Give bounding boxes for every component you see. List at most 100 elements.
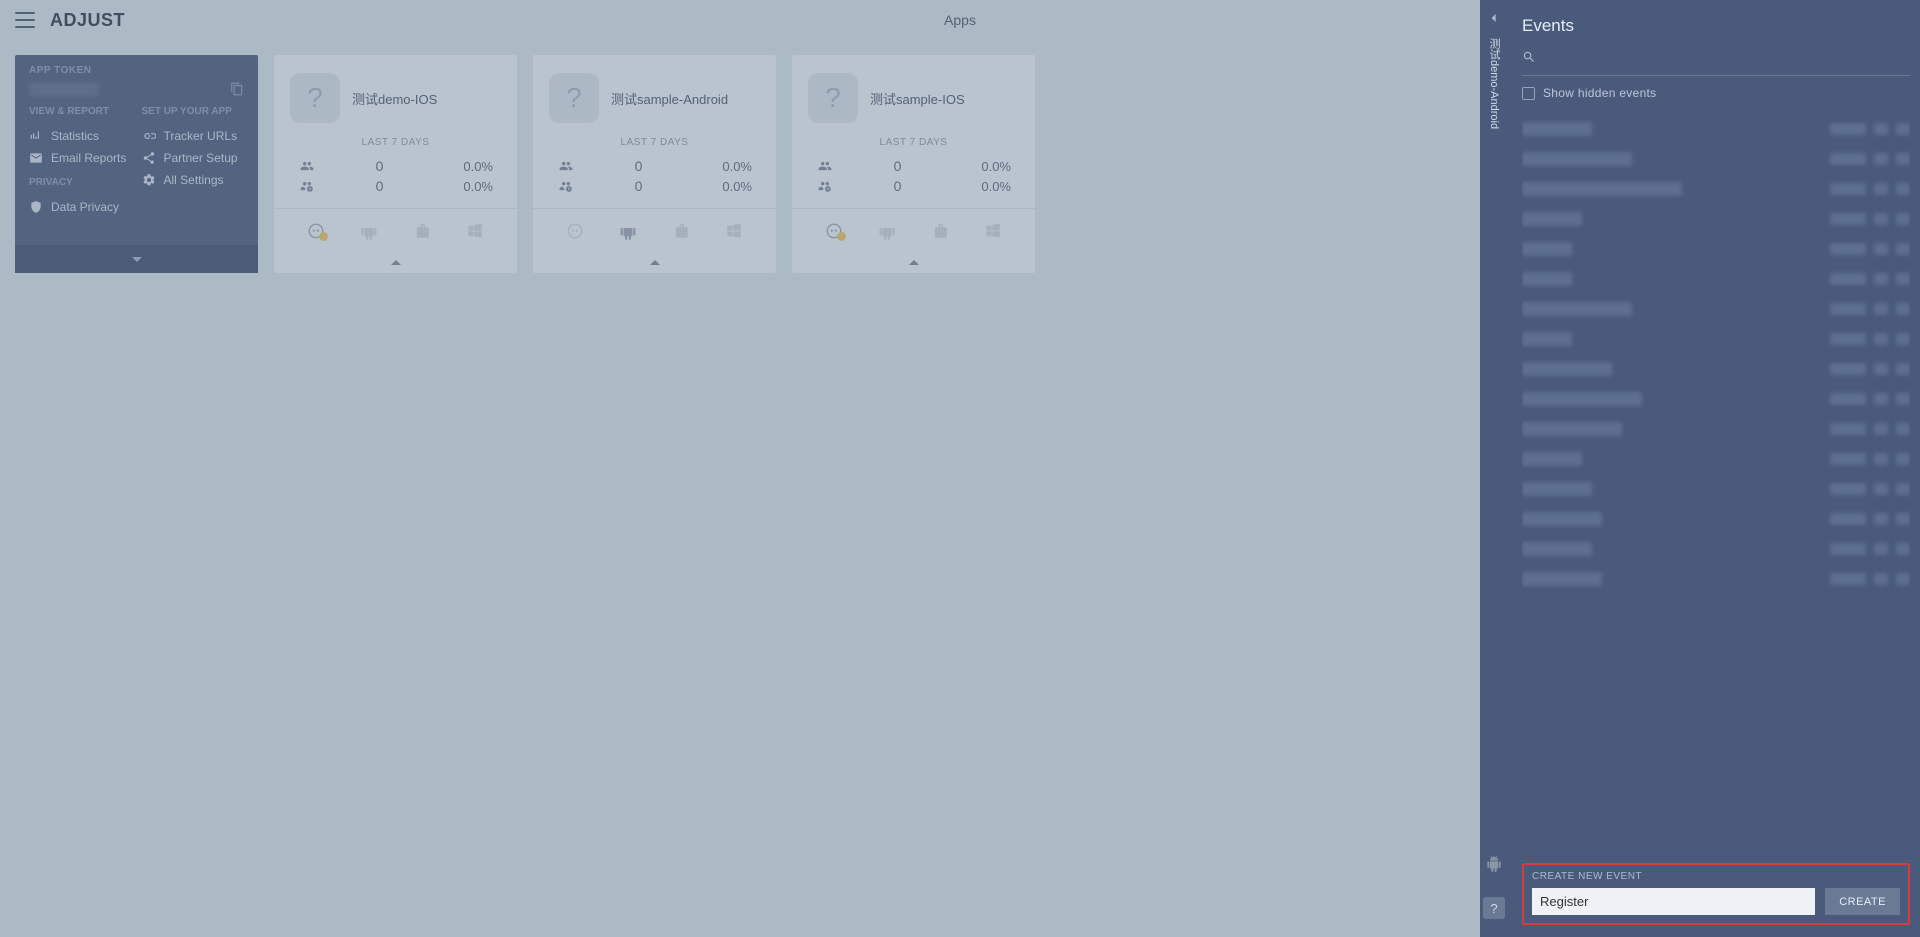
app-card[interactable]: ? 测试sample-Android LAST 7 DAYS 00.0% $00… [533, 55, 776, 273]
event-row[interactable] [1522, 174, 1910, 204]
event-action-blurred [1896, 483, 1910, 495]
event-action-blurred [1874, 513, 1888, 525]
events-search[interactable] [1522, 50, 1910, 76]
app-name: 测试sample-IOS [870, 89, 965, 108]
event-action-blurred [1874, 543, 1888, 555]
svg-text:$: $ [309, 187, 311, 191]
installs-row: 00.0% [792, 156, 1035, 176]
installs-row: 00.0% [533, 156, 776, 176]
checkbox-icon[interactable] [1522, 87, 1535, 100]
email-reports-link[interactable]: Email Reports [29, 147, 132, 169]
app-icon-placeholder: ? [290, 73, 340, 123]
ios-icon [557, 219, 593, 243]
create-event-input[interactable] [1532, 888, 1815, 915]
app-card[interactable]: ? 测试sample-IOS LAST 7 DAYS 00.0% $00.0% [792, 55, 1035, 273]
event-name-blurred [1522, 152, 1632, 166]
event-token-blurred [1830, 243, 1866, 255]
svg-text:$: $ [568, 187, 570, 191]
vertical-tab-label[interactable]: 测试demo-Android [1486, 38, 1502, 129]
event-row[interactable] [1522, 294, 1910, 324]
event-row[interactable] [1522, 354, 1910, 384]
create-event-label: CREATE NEW EVENT [1532, 871, 1900, 882]
event-token-blurred [1830, 363, 1866, 375]
all-settings-link[interactable]: All Settings [142, 169, 245, 191]
event-token-blurred [1830, 333, 1866, 345]
store-icon [663, 219, 699, 243]
event-token-blurred [1830, 573, 1866, 585]
store-icon [922, 219, 958, 243]
event-row[interactable] [1522, 384, 1910, 414]
period-label: LAST 7 DAYS [792, 133, 1035, 156]
event-name-blurred [1522, 272, 1572, 286]
event-action-blurred [1896, 423, 1910, 435]
event-token-blurred [1830, 393, 1866, 405]
show-hidden-checkbox[interactable]: Show hidden events [1522, 86, 1910, 100]
event-action-blurred [1874, 423, 1888, 435]
statistics-link[interactable]: Statistics [29, 125, 132, 147]
event-row[interactable] [1522, 414, 1910, 444]
event-action-blurred [1896, 183, 1910, 195]
event-row[interactable] [1522, 204, 1910, 234]
help-button[interactable]: ? [1483, 897, 1505, 919]
event-row[interactable] [1522, 264, 1910, 294]
revenue-row: $00.0% [533, 176, 776, 196]
android-icon [1486, 856, 1502, 877]
event-action-blurred [1874, 393, 1888, 405]
app-card[interactable]: ? 测试demo-IOS LAST 7 DAYS 00.0% $00.0% [274, 55, 517, 273]
event-row[interactable] [1522, 504, 1910, 534]
event-row[interactable] [1522, 444, 1910, 474]
event-action-blurred [1874, 183, 1888, 195]
event-token-blurred [1830, 273, 1866, 285]
event-action-blurred [1874, 243, 1888, 255]
setup-label: SET UP YOUR APP [142, 106, 245, 117]
event-row[interactable] [1522, 114, 1910, 144]
collapse-button[interactable] [15, 245, 258, 273]
data-privacy-link[interactable]: Data Privacy [29, 196, 132, 218]
event-action-blurred [1896, 153, 1910, 165]
event-token-blurred [1830, 513, 1866, 525]
event-name-blurred [1522, 212, 1582, 226]
event-action-blurred [1896, 543, 1910, 555]
event-name-blurred [1522, 512, 1602, 526]
event-name-blurred [1522, 542, 1592, 556]
event-action-blurred [1896, 573, 1910, 585]
expand-button[interactable] [274, 253, 517, 273]
events-search-input[interactable] [1546, 52, 1895, 67]
event-token-blurred [1830, 453, 1866, 465]
event-name-blurred [1522, 122, 1592, 136]
app-icon-placeholder: ? [549, 73, 599, 123]
event-action-blurred [1874, 123, 1888, 135]
menu-icon[interactable] [15, 12, 35, 28]
view-report-label: VIEW & REPORT [29, 106, 132, 117]
event-name-blurred [1522, 242, 1572, 256]
expand-button[interactable] [533, 253, 776, 273]
partner-setup-link[interactable]: Partner Setup [142, 147, 245, 169]
installs-row: 00.0% [274, 156, 517, 176]
event-token-blurred [1830, 423, 1866, 435]
event-row[interactable] [1522, 474, 1910, 504]
app-side-panel: APP TOKEN VIEW & REPORT Statistics Email… [15, 55, 258, 273]
event-row[interactable] [1522, 234, 1910, 264]
period-label: LAST 7 DAYS [533, 133, 776, 156]
event-name-blurred [1522, 572, 1602, 586]
event-action-blurred [1896, 393, 1910, 405]
ios-icon [298, 219, 334, 243]
event-action-blurred [1896, 273, 1910, 285]
event-row[interactable] [1522, 534, 1910, 564]
create-button[interactable]: CREATE [1825, 888, 1900, 915]
event-action-blurred [1874, 333, 1888, 345]
tracker-urls-link[interactable]: Tracker URLs [142, 125, 245, 147]
event-row[interactable] [1522, 564, 1910, 594]
event-token-blurred [1830, 183, 1866, 195]
event-row[interactable] [1522, 144, 1910, 174]
event-action-blurred [1896, 303, 1910, 315]
event-action-blurred [1896, 213, 1910, 225]
clipboard-icon[interactable] [230, 82, 244, 96]
event-action-blurred [1896, 513, 1910, 525]
collapse-arrow-icon[interactable] [1490, 14, 1498, 22]
event-row[interactable] [1522, 324, 1910, 354]
token-label: APP TOKEN [15, 55, 258, 82]
expand-button[interactable] [792, 253, 1035, 273]
event-name-blurred [1522, 362, 1612, 376]
event-action-blurred [1874, 303, 1888, 315]
